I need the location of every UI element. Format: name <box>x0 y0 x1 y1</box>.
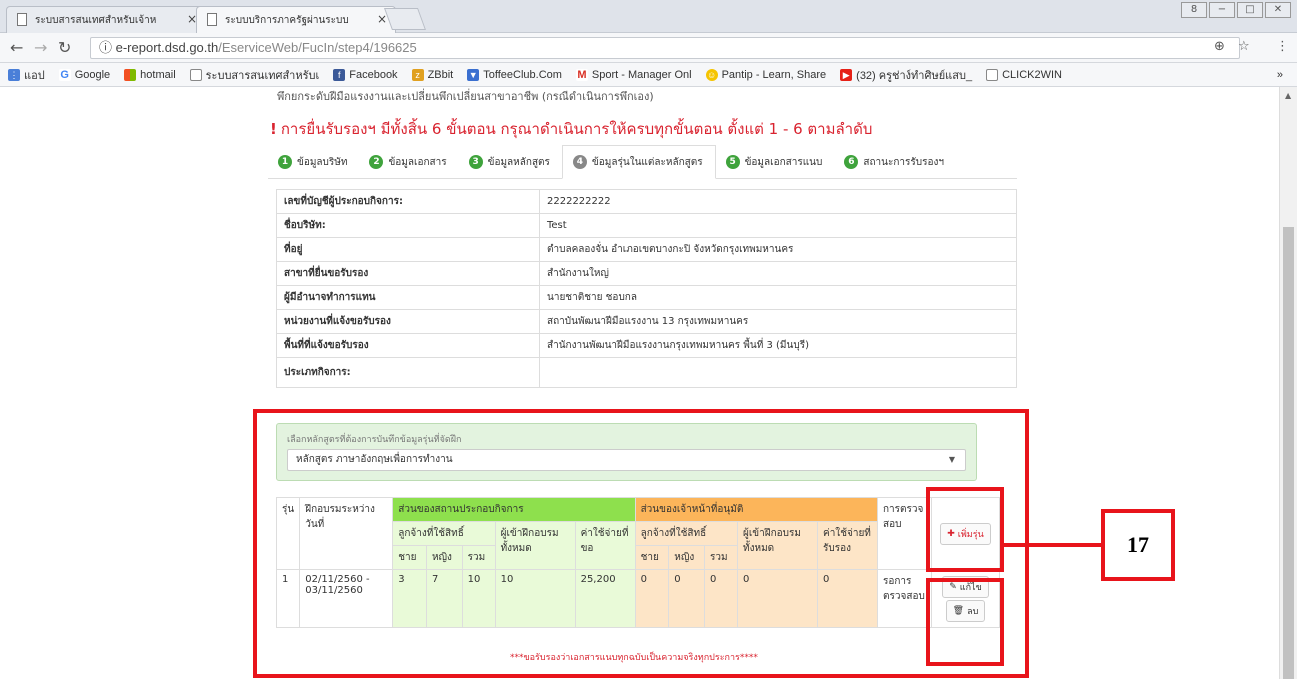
tab-step-2[interactable]: 2 ข้อมูลเอกสาร <box>359 145 458 179</box>
forward-arrow-icon[interactable]: → <box>34 38 47 57</box>
cut-off-text: พึกยกระดับฝีมือแรงงานและเปลี่ยนพึกเปลี่ย… <box>277 90 654 103</box>
window-controls: 8 − □ ✕ <box>1181 2 1291 18</box>
bookmark-pantip[interactable]: ☺ Pantip - Learn, Share <box>705 68 826 81</box>
toffee-icon: ▼ <box>467 68 480 81</box>
table-row: ผู้มีอำนาจทำการแทน นายชาติชาย ชอบกล <box>276 285 1017 310</box>
bookmark-apps[interactable]: ⋮ แอป <box>8 66 45 84</box>
browser-tab-bar: ระบบสารสนเทศสำหรับเจ้าห × ระบบบริการภาคร… <box>0 0 1297 33</box>
new-tab-button[interactable] <box>383 8 427 30</box>
page-icon <box>17 13 27 26</box>
zbbit-icon: z <box>411 68 424 81</box>
menu-icon[interactable]: ⋮ <box>1276 39 1289 54</box>
tab-step-5[interactable]: 5 ข้อมูลเอกสารแนบ <box>716 145 835 179</box>
url-path: /EserviceWeb/FucIn/step4/196625 <box>218 40 417 55</box>
bookmark-youtube[interactable]: ▶ (32) ครูช่าง์ทำศิษย์แสบ_ <box>840 66 972 84</box>
facebook-icon: f <box>333 68 346 81</box>
back-arrow-icon[interactable]: ← <box>10 38 23 57</box>
table-row: หน่วยงานที่แจ้งขอรับรอง สถาบันพัฒนาฝีมือแ… <box>276 309 1017 334</box>
annotation-box-actions <box>926 578 1004 666</box>
bookmark-toffeeclub[interactable]: ▼ ToffeeClub.Com <box>467 68 562 81</box>
browser-tab-2[interactable]: ระบบบริการภาครัฐผ่านระบบ × <box>196 6 396 33</box>
close-window-button[interactable]: ✕ <box>1265 2 1291 18</box>
tab-step-6[interactable]: 6 สถานะการรับรองฯ <box>834 145 956 179</box>
tab-step-1[interactable]: 1 ข้อมูลบริษัท <box>268 145 359 179</box>
page-icon <box>207 13 217 26</box>
scroll-up-icon[interactable]: ▲ <box>1285 91 1291 100</box>
annotation-box-main <box>253 409 1029 678</box>
table-row: พื้นที่ที่แจ้งขอรับรอง สำนักงานพัฒนาฝีมือ… <box>276 333 1017 358</box>
minimize-button[interactable]: − <box>1209 2 1235 18</box>
google-icon: G <box>58 68 71 81</box>
pantip-icon: ☺ <box>705 68 718 81</box>
warning-icon: ! <box>270 120 277 138</box>
callout-number: 17 <box>1101 509 1175 581</box>
table-row: ชื่อบริษัท: Test <box>276 213 1017 238</box>
page-icon <box>986 68 999 81</box>
tab-step-3[interactable]: 3 ข้อมูลหลักสูตร <box>459 145 562 179</box>
tab-title: ระบบบริการภาครัฐผ่านระบบ <box>225 15 349 26</box>
table-row: สาขาที่ยื่นขอรับรอง สำนักงานใหญ่ <box>276 261 1017 286</box>
info-icon: ⓘ <box>99 40 116 55</box>
bookmark-hotmail[interactable]: hotmail <box>124 68 176 81</box>
page-viewport: พึกยกระดับฝีมือแรงงานและเปลี่ยนพึกเปลี่ย… <box>0 87 1279 679</box>
apps-icon: ⋮ <box>8 68 20 81</box>
bookmarks-bar: ⋮ แอป G Google hotmail ระบบสารสนเทศสำหรับเ… <box>0 63 1297 87</box>
url-input[interactable]: ⓘ e-report.dsd.go.th/EserviceWeb/FucIn/s… <box>90 37 1240 59</box>
annotation-box-add <box>926 487 1004 572</box>
windows-icon <box>124 68 137 81</box>
reload-icon[interactable]: ↻ <box>58 38 71 57</box>
tab-step-4[interactable]: 4 ข้อมูลรุ่นในแต่ละหลักสูตร <box>561 145 716 179</box>
bookmark-google[interactable]: G Google <box>58 68 110 81</box>
bookmark-zbbit[interactable]: z ZBbit <box>411 68 453 81</box>
zoom-icon[interactable]: ⊕ <box>1214 39 1225 54</box>
table-row: ที่อยู่ ตำบลคลองจั่น อำเภอเขตบางกะปิ จังห… <box>276 237 1017 262</box>
table-row: เลขที่บัญชีผู้ประกอบกิจการ: 2222222222 <box>276 189 1017 214</box>
page-heading: ! การยื่นรับรองฯ มีทั้งสิ้น 6 ขั้นตอน กรุ… <box>270 120 873 138</box>
table-row: ประเภทกิจการ: <box>276 357 1017 388</box>
url-host: e-report.dsd.go.th <box>115 40 219 55</box>
gmail-icon: M <box>575 68 588 81</box>
maximize-button[interactable]: □ <box>1237 2 1263 18</box>
star-icon[interactable]: ☆ <box>1238 39 1250 54</box>
address-bar-row: ← → ↻ ⓘ e-report.dsd.go.th/EserviceWeb/F… <box>0 33 1297 63</box>
page-icon <box>189 68 202 81</box>
step-tabs: 1 ข้อมูลบริษัท 2 ข้อมูลเอกสาร 3 ข้อมูลหลักส… <box>268 145 1017 179</box>
scrollbar-thumb[interactable] <box>1283 227 1294 679</box>
callout-connector <box>1003 543 1101 547</box>
company-info-table: เลขที่บัญชีผู้ประกอบกิจการ: 2222222222 ชื… <box>276 189 1017 388</box>
page-scrollbar[interactable]: ▲ <box>1279 87 1297 679</box>
bookmark-sport-manager[interactable]: M Sport - Manager Onl <box>575 68 692 81</box>
bookmark-click2win[interactable]: CLICK2WIN <box>986 68 1062 81</box>
bookmark-facebook[interactable]: f Facebook <box>333 68 398 81</box>
bookmarks-more-button[interactable]: » <box>1277 69 1283 81</box>
bookmark-info-system[interactable]: ระบบสารสนเทศสำหรับเ <box>189 66 319 84</box>
browser-tab-1[interactable]: ระบบสารสนเทศสำหรับเจ้าห × <box>6 6 206 33</box>
tab-title: ระบบสารสนเทศสำหรับเจ้าห <box>35 15 157 26</box>
profile-button[interactable]: 8 <box>1181 2 1207 18</box>
youtube-icon: ▶ <box>840 68 853 81</box>
